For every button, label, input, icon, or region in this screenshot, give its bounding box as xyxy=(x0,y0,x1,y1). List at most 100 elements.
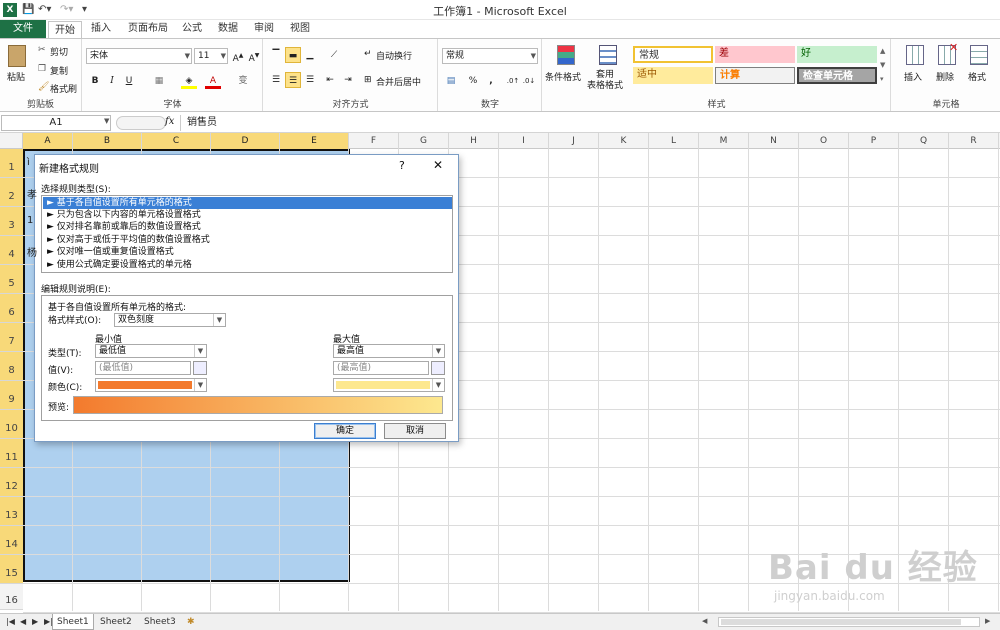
tab-review[interactable]: 审阅 xyxy=(250,20,278,38)
conditional-format-button[interactable]: 条件格式 xyxy=(545,70,581,83)
row-header[interactable]: 11 xyxy=(0,439,23,468)
currency-icon[interactable]: ▤ xyxy=(443,73,459,89)
list-item[interactable]: ► 只为包含以下内容的单元格设置格式 xyxy=(43,209,452,221)
list-item[interactable]: ► 仅对排名靠前或靠后的数值设置格式 xyxy=(43,221,452,233)
phonetic-button[interactable]: 变 xyxy=(235,73,251,89)
style-normal[interactable]: 常规 xyxy=(633,46,713,63)
grow-font-icon[interactable]: A▲ xyxy=(230,48,246,64)
insert-cells-button[interactable]: 插入 xyxy=(904,70,922,83)
list-item[interactable]: ► 基于各自值设置所有单元格的格式 xyxy=(43,197,452,209)
row-header[interactable]: 5 xyxy=(0,265,23,294)
row-header[interactable]: 3 xyxy=(0,207,23,236)
name-box[interactable]: A1 xyxy=(1,115,111,131)
row-header[interactable]: 2 xyxy=(0,178,23,207)
underline-button[interactable]: U xyxy=(121,73,137,89)
horizontal-scrollbar[interactable] xyxy=(718,617,980,627)
format-cells-icon[interactable] xyxy=(970,45,988,65)
ok-button[interactable]: 确定 xyxy=(314,423,376,439)
column-header[interactable]: E xyxy=(280,133,349,149)
align-right-icon[interactable]: ☰ xyxy=(302,72,318,88)
styles-more-icon[interactable]: ▾ xyxy=(880,75,884,83)
column-header[interactable]: O xyxy=(799,133,849,149)
max-value-input[interactable]: (最高值) xyxy=(333,361,429,375)
wrap-text-button[interactable]: 自动换行 xyxy=(376,49,412,62)
copy-button[interactable]: 复制 xyxy=(50,64,68,77)
list-item[interactable]: ► 使用公式确定要设置格式的单元格 xyxy=(43,259,452,271)
insert-cells-icon[interactable] xyxy=(906,45,924,65)
max-color-select[interactable]: ▼ xyxy=(333,378,445,392)
row-header[interactable]: 15 xyxy=(0,555,23,584)
formula-bar-handle[interactable] xyxy=(116,116,166,130)
column-header[interactable]: F xyxy=(349,133,399,149)
column-header[interactable]: K xyxy=(599,133,649,149)
row-header[interactable]: 8 xyxy=(0,352,23,381)
insert-function-button[interactable]: fx xyxy=(165,116,174,127)
sheet-tab-1[interactable]: Sheet1 xyxy=(52,614,94,630)
insert-sheet-icon[interactable]: ✱ xyxy=(183,614,199,630)
column-header[interactable]: R xyxy=(949,133,999,149)
align-center-icon[interactable]: ☰ xyxy=(285,72,301,88)
column-header[interactable]: L xyxy=(649,133,699,149)
tab-home[interactable]: 开始 xyxy=(48,21,82,39)
column-header[interactable]: P xyxy=(849,133,899,149)
format-as-table-icon[interactable] xyxy=(599,45,617,65)
row-header[interactable]: 7 xyxy=(0,323,23,352)
style-check-cell[interactable]: 检查单元格 xyxy=(797,67,877,84)
scroll-left-icon[interactable]: ◀ xyxy=(702,617,716,627)
style-neutral[interactable]: 适中 xyxy=(633,67,713,84)
column-header[interactable]: D xyxy=(211,133,280,149)
tab-view[interactable]: 视图 xyxy=(286,20,314,38)
column-header[interactable]: G xyxy=(399,133,449,149)
tab-insert[interactable]: 插入 xyxy=(86,20,116,38)
format-cells-button[interactable]: 格式 xyxy=(968,70,986,83)
min-value-input[interactable]: (最低值) xyxy=(95,361,191,375)
tab-data[interactable]: 数据 xyxy=(214,20,242,38)
orientation-icon[interactable]: ⟋ xyxy=(326,47,342,63)
bold-button[interactable]: B xyxy=(87,73,103,89)
formula-input[interactable]: 销售员 xyxy=(180,115,998,131)
percent-button[interactable]: % xyxy=(465,73,481,89)
row-header[interactable]: 12 xyxy=(0,468,23,497)
decrease-indent-icon[interactable]: ⇤ xyxy=(322,72,338,88)
styles-scroll-up-icon[interactable]: ▲ xyxy=(880,47,885,55)
font-name-combo[interactable]: 宋体 ▼ xyxy=(86,48,192,64)
tab-formulas[interactable]: 公式 xyxy=(178,20,206,38)
row-header[interactable]: 10 xyxy=(0,410,23,439)
format-style-select[interactable]: 双色刻度 ▼ xyxy=(114,313,226,327)
rule-type-list[interactable]: ► 基于各自值设置所有单元格的格式 ► 只为包含以下内容的单元格设置格式 ► 仅… xyxy=(41,195,453,273)
list-item[interactable]: ► 仅对唯一值或重复值设置格式 xyxy=(43,246,452,258)
style-good[interactable]: 好 xyxy=(797,46,877,63)
column-header[interactable]: H xyxy=(449,133,499,149)
column-header[interactable]: A xyxy=(23,133,73,149)
merge-center-button[interactable]: 合并后居中 xyxy=(376,75,421,88)
tab-file[interactable]: 文件 xyxy=(0,20,46,38)
column-header[interactable]: C xyxy=(142,133,211,149)
min-color-select[interactable]: ▼ xyxy=(95,378,207,392)
increase-indent-icon[interactable]: ⇥ xyxy=(340,72,356,88)
conditional-format-icon[interactable] xyxy=(557,45,575,65)
style-calculation[interactable]: 计算 xyxy=(715,67,795,84)
column-header[interactable]: Q xyxy=(899,133,949,149)
cut-button[interactable]: 剪切 xyxy=(50,45,68,58)
min-type-select[interactable]: 最低值 ▼ xyxy=(95,344,207,358)
select-all-corner[interactable] xyxy=(0,133,23,149)
paste-button[interactable]: 粘贴 xyxy=(7,70,25,83)
italic-button[interactable]: I xyxy=(104,73,120,89)
format-painter-button[interactable]: 格式刷 xyxy=(50,82,77,95)
comma-button[interactable]: , xyxy=(483,73,499,89)
column-header[interactable]: B xyxy=(73,133,142,149)
column-header[interactable]: M xyxy=(699,133,749,149)
range-picker-icon[interactable] xyxy=(193,361,207,375)
row-header[interactable]: 14 xyxy=(0,526,23,555)
fill-color-icon[interactable]: ◈ xyxy=(181,73,197,89)
chevron-down-icon[interactable]: ▼ xyxy=(104,117,109,125)
decrease-decimal-icon[interactable]: .0↓ xyxy=(521,73,537,89)
borders-icon[interactable]: ▦ xyxy=(151,73,167,89)
list-item[interactable]: ► 仅对高于或低于平均值的数值设置格式 xyxy=(43,234,452,246)
row-header[interactable]: 16 xyxy=(0,584,23,610)
number-format-combo[interactable]: 常规 ▼ xyxy=(442,48,538,64)
column-header[interactable]: I xyxy=(499,133,549,149)
scroll-right-icon[interactable]: ▶ xyxy=(985,617,999,627)
row-header[interactable]: 4 xyxy=(0,236,23,265)
delete-cells-button[interactable]: 删除 xyxy=(936,70,954,83)
